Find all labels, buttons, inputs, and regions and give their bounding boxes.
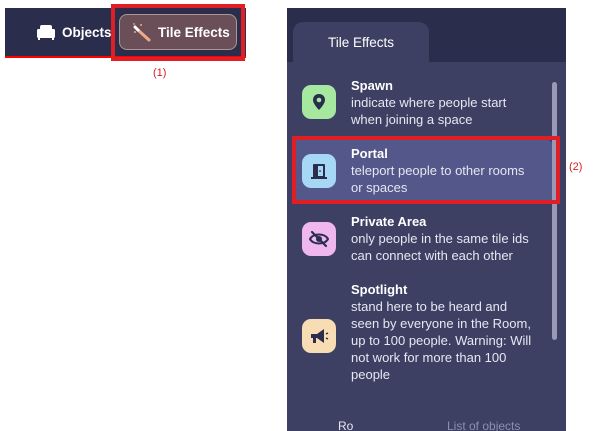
item-desc-line: only people in the same tile ids <box>351 231 529 246</box>
tile-effects-panel: Tile Effects Spawn indicate where people… <box>287 8 566 431</box>
item-desc-line: up to 100 people. Warning: Will <box>351 333 532 348</box>
item-desc-line: not work for more than 100 <box>351 350 507 365</box>
item-title: Portal <box>351 146 388 161</box>
item-title: Spotlight <box>351 282 408 297</box>
annotation-1: (1) <box>153 67 167 79</box>
item-desc-line: seen by everyone in the Room, <box>351 316 531 331</box>
eye-slash-icon <box>302 222 336 256</box>
item-desc-line: people <box>351 367 391 382</box>
item-desc-line: indicate where people start <box>351 95 507 110</box>
item-title: Private Area <box>351 214 427 229</box>
sofa-icon <box>36 22 56 42</box>
item-desc-line: stand here to be heard and <box>351 299 508 314</box>
objects-label: Objects <box>62 24 112 40</box>
toolbar: Objects Tile Effects <box>5 8 246 58</box>
tile-effect-private-area[interactable]: Private Area only people in the same til… <box>292 214 553 272</box>
item-desc-line: or spaces <box>351 180 408 195</box>
tile-effect-spotlight[interactable]: Spotlight stand here to be heard and see… <box>292 282 553 392</box>
tile-effect-spawn[interactable]: Spawn indicate where people start when j… <box>292 78 553 134</box>
item-desc-line: when joining a space <box>351 112 473 127</box>
location-pin-icon <box>302 85 336 119</box>
door-icon <box>302 154 336 188</box>
tab-list-of-objects[interactable]: List of objects <box>429 405 549 431</box>
tile-effect-portal[interactable]: Portal teleport people to other rooms or… <box>292 140 553 202</box>
tile-effects-label: Tile Effects <box>158 24 230 40</box>
magic-wand-icon <box>132 22 152 42</box>
item-desc-line: can connect with each other <box>351 248 513 263</box>
annotation-2: (2) <box>569 161 583 173</box>
item-title: Spawn <box>351 78 393 93</box>
tile-effects-button[interactable]: Tile Effects <box>119 14 237 50</box>
item-desc-line: teleport people to other rooms <box>351 163 525 178</box>
objects-button[interactable]: Objects <box>32 14 116 50</box>
megaphone-icon <box>302 319 336 353</box>
tab-tile-effects[interactable]: Tile Effects <box>293 22 429 62</box>
scrollbar[interactable] <box>552 82 557 340</box>
tab-rooms[interactable]: Ro <box>292 405 429 431</box>
